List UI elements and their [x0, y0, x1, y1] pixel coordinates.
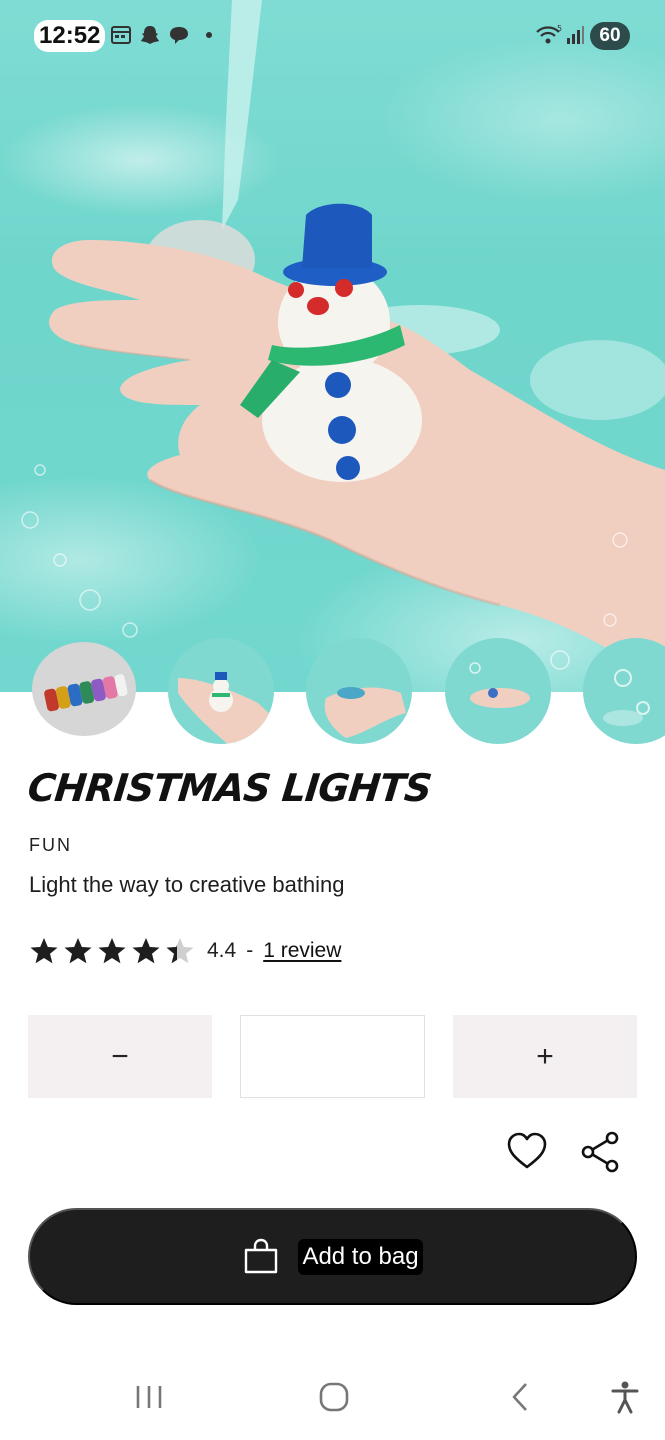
star-icon: [64, 938, 92, 964]
shopping-bag-icon: [245, 1238, 278, 1273]
product-hero-image: [0, 0, 665, 692]
star-icon: [166, 938, 194, 964]
calendar-icon: [111, 26, 131, 44]
snowman-hand-thumb-image: [178, 672, 274, 744]
product-tagline: Light the way to creative bathing: [29, 872, 345, 897]
back-icon[interactable]: [504, 1380, 538, 1414]
rating-stars: [29, 936, 195, 966]
snowman-hand-illustration: [21, 0, 665, 690]
quantity-input[interactable]: [240, 1015, 425, 1098]
add-to-bag-label: Add to bag: [298, 1238, 423, 1275]
quantity-decrease-button[interactable]: −: [28, 1015, 212, 1098]
thumbnail-product-roll[interactable]: [32, 642, 136, 736]
star-icon: [98, 938, 126, 964]
wifi-icon: 5: [536, 24, 562, 44]
signal-icon: [567, 26, 584, 44]
product-rating: 4.4 - 1 review: [29, 935, 341, 967]
system-navigation-bar: [0, 1360, 665, 1440]
rating-value: 4.4: [207, 939, 237, 962]
reviews-link[interactable]: 1 review: [263, 939, 341, 963]
product-category: FUN: [29, 835, 72, 855]
dot-icon: [206, 32, 212, 38]
svg-text:5: 5: [557, 24, 562, 33]
product-title: CHRISTMAS LIGHTS: [25, 766, 434, 810]
battery-indicator: 60: [590, 22, 630, 50]
add-to-bag-button[interactable]: Add to bag: [28, 1208, 637, 1305]
chat-bubble-icon: [170, 27, 188, 44]
thumbnail-water-foam[interactable]: [583, 638, 665, 744]
rating-separator: -: [246, 939, 254, 962]
product-roll-image: [44, 674, 128, 712]
image-thumbnails: [0, 636, 665, 748]
thumbnail-snowman-hand[interactable]: [168, 638, 274, 744]
star-icon: [132, 938, 160, 964]
hands-water-thumb-image: [324, 687, 406, 738]
thumbnail-hands-water[interactable]: [306, 638, 412, 744]
star-icon: [30, 938, 58, 964]
share-icon[interactable]: [578, 1130, 622, 1174]
status-time: 12:52: [34, 20, 106, 52]
recent-apps-icon[interactable]: [132, 1380, 166, 1414]
accessibility-icon[interactable]: [608, 1380, 642, 1414]
snapchat-icon: [141, 26, 159, 44]
heart-icon[interactable]: [505, 1130, 549, 1174]
water-foam-thumb-image: [603, 669, 650, 726]
thumbnail-hand-bubbles[interactable]: [445, 638, 551, 744]
status-bar: 12:52 5 60: [0, 0, 665, 70]
quantity-increase-button[interactable]: +: [453, 1015, 637, 1098]
hand-bubbles-thumb-image: [469, 662, 530, 708]
home-icon[interactable]: [317, 1380, 351, 1414]
